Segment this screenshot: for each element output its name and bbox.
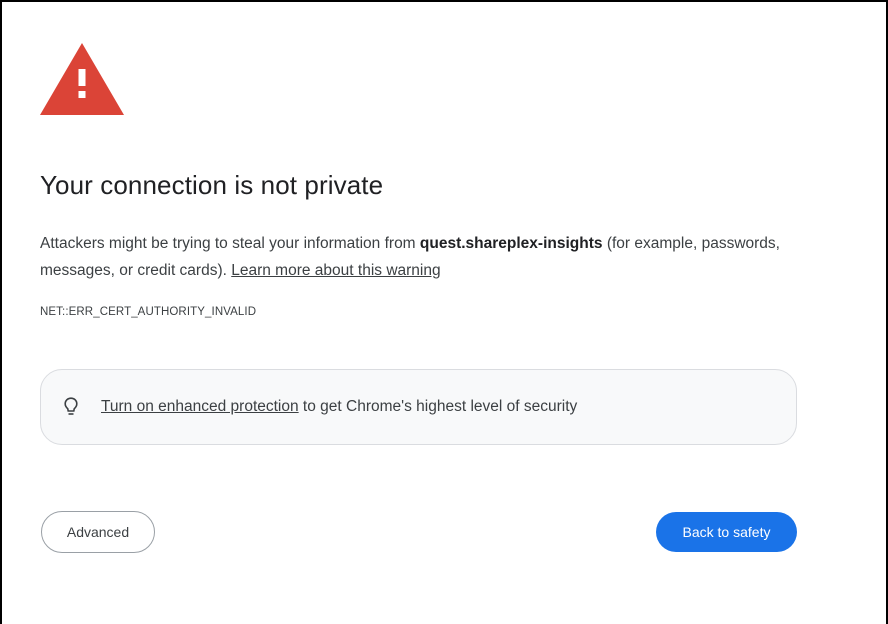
warning-triangle-icon — [40, 43, 124, 115]
hostname: quest.shareplex-insights — [419, 235, 603, 252]
advanced-button[interactable]: Advanced — [41, 511, 155, 553]
enhanced-protection-promo: Turn on enhanced protection to get Chrom… — [40, 369, 797, 445]
learn-more-link[interactable]: Learn more about this warning — [231, 262, 440, 279]
error-code: NET::ERR_CERT_AUTHORITY_INVALID — [40, 306, 257, 318]
promo-text: Turn on enhanced protection to get Chrom… — [101, 398, 577, 416]
message-prefix: Attackers might be trying to steal your … — [40, 235, 420, 252]
lightbulb-icon — [63, 396, 79, 418]
back-to-safety-button[interactable]: Back to safety — [656, 512, 797, 552]
warning-message: Attackers might be trying to steal your … — [40, 230, 800, 284]
promo-description: to get Chrome's highest level of securit… — [298, 398, 578, 415]
enhanced-protection-link[interactable]: Turn on enhanced protection — [101, 398, 299, 415]
page-title: Your connection is not private — [40, 170, 384, 200]
